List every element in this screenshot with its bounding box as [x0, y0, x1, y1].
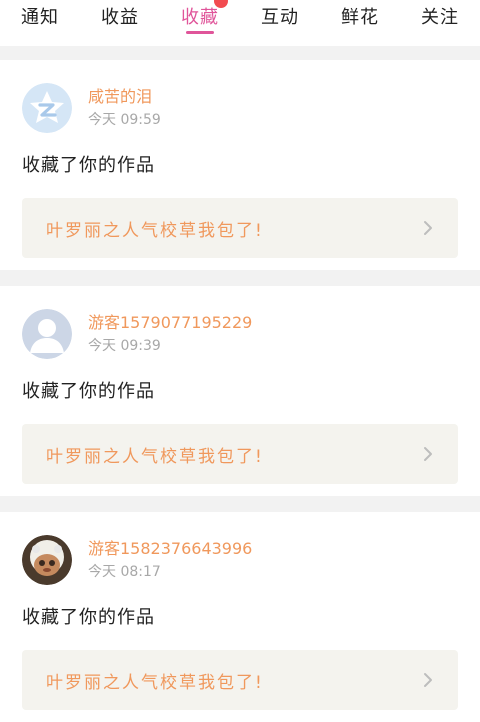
card-header: 游客1582376643996 今天 08:17: [22, 534, 458, 586]
action-text: 收藏了你的作品: [22, 155, 155, 176]
tab-label: 关注: [421, 7, 459, 28]
tab-favorites[interactable]: 收藏: [160, 0, 240, 46]
chevron-right-icon: [420, 220, 436, 236]
tab-notifications[interactable]: 通知: [0, 0, 80, 46]
card-header: 咸苦的泪 今天 09:59: [22, 82, 458, 134]
work-title: 叶罗丽之人气校草我包了!: [46, 446, 264, 467]
tab-label: 通知: [21, 7, 59, 28]
work-title: 叶罗丽之人气校草我包了!: [46, 220, 264, 241]
tab-label: 互动: [261, 7, 299, 28]
timestamp: 今天 08:17: [88, 564, 161, 580]
tab-label: 鲜花: [341, 7, 379, 28]
tab-interactions[interactable]: 互动: [240, 0, 320, 46]
timestamp: 今天 09:59: [88, 112, 161, 128]
tab-following[interactable]: 关注: [400, 0, 480, 46]
tab-label: 收益: [101, 7, 139, 28]
user-name[interactable]: 咸苦的泪: [88, 86, 161, 108]
tab-earnings[interactable]: 收益: [80, 0, 160, 46]
notification-card: 咸苦的泪 今天 09:59 收藏了你的作品 叶罗丽之人气校草我包了!: [0, 60, 480, 270]
user-meta: 咸苦的泪 今天 09:59: [88, 86, 161, 130]
tab-label: 收藏: [181, 7, 219, 28]
unread-badge: [214, 0, 228, 8]
user-meta: 游客1579077195229 今天 09:39: [88, 312, 252, 356]
notification-card: 游客1582376643996 今天 08:17 收藏了你的作品 叶罗丽之人气校…: [0, 512, 480, 722]
work-link[interactable]: 叶罗丽之人气校草我包了!: [22, 198, 458, 258]
user-name[interactable]: 游客1579077195229: [88, 312, 252, 334]
work-link[interactable]: 叶罗丽之人气校草我包了!: [22, 650, 458, 710]
notification-card: 游客1579077195229 今天 09:39 收藏了你的作品 叶罗丽之人气校…: [0, 286, 480, 496]
default-person-avatar-icon[interactable]: [22, 309, 72, 359]
chevron-right-icon: [420, 672, 436, 688]
user-name[interactable]: 游客1582376643996: [88, 538, 252, 560]
chevron-right-icon: [420, 446, 436, 462]
tab-flowers[interactable]: 鲜花: [320, 0, 400, 46]
action-text: 收藏了你的作品: [22, 381, 155, 402]
timestamp: 今天 09:39: [88, 338, 161, 354]
user-meta: 游客1582376643996 今天 08:17: [88, 538, 252, 582]
notification-list: 咸苦的泪 今天 09:59 收藏了你的作品 叶罗丽之人气校草我包了! 游客157…: [0, 46, 480, 722]
work-link[interactable]: 叶罗丽之人气校草我包了!: [22, 424, 458, 484]
top-tab-bar: 通知 收益 收藏 互动 鲜花 关注: [0, 0, 480, 46]
card-header: 游客1579077195229 今天 09:39: [22, 308, 458, 360]
active-tab-indicator: [186, 31, 214, 34]
photo-avatar-icon[interactable]: [22, 535, 72, 585]
action-text: 收藏了你的作品: [22, 607, 155, 628]
qzone-logo-avatar-icon[interactable]: [22, 83, 72, 133]
work-title: 叶罗丽之人气校草我包了!: [46, 672, 264, 693]
